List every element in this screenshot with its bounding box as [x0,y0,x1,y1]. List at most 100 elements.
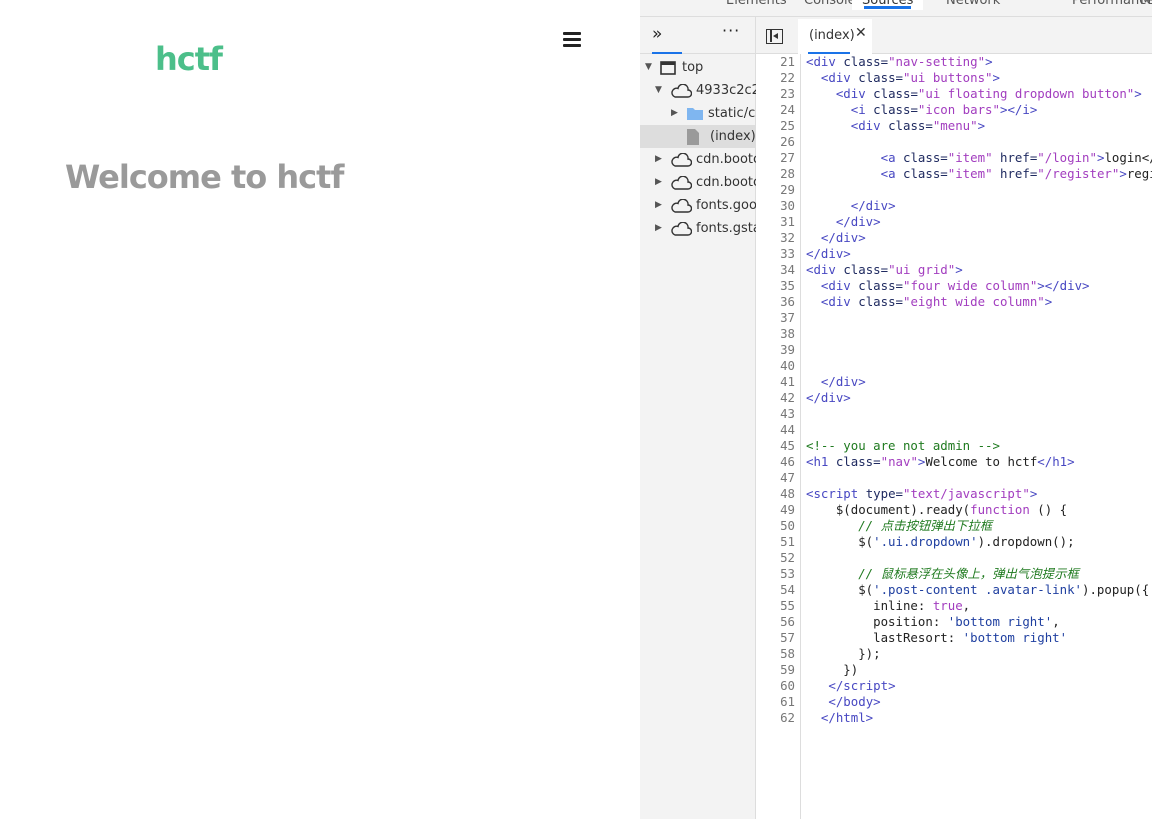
line-number: 43 [780,406,795,421]
code-token: </div> [850,198,896,213]
devtools-tab-m[interactable]: M [1140,0,1151,8]
code-token: 'bottom right' [947,614,1053,629]
collapsed-arrow-icon[interactable]: ▶ [655,148,662,171]
code-line: <script type="text/javascript"> [806,486,1037,502]
expanded-arrow-icon[interactable]: ▼ [655,79,662,102]
editor-tab-row: (index) ✕ [756,17,1152,54]
code-line: <div class="ui grid"> [806,262,963,278]
tree-item[interactable]: ▼ 4933c2c2c2 [640,79,756,102]
code-line: // 鼠标悬浮在头像上，弹出气泡提示框 [806,566,1079,582]
code-line: </div> [806,214,881,230]
code-token: class= [843,54,889,69]
bars-icon[interactable] [563,32,581,48]
code-token: , [1052,614,1060,629]
code-token: register</a> [1126,166,1152,181]
code-token: <script [806,486,866,501]
code-token: "item" [947,150,993,165]
line-number: 26 [780,134,795,149]
code-token: <div [820,278,859,293]
tree-item[interactable]: ▼ top [640,56,756,79]
more-options-icon[interactable]: ··· [722,21,740,40]
code-editor[interactable]: 21 22 23 24 25 26 27 28 29 30 31 32 33 34 35 36 37 38 39 40… [756,54,1152,819]
web-page: hctf Welcome to hctf [0,0,640,819]
code-line: lastResort: 'bottom right' [806,630,1067,646]
collapsed-arrow-icon[interactable]: ▶ [655,171,662,194]
devtools-tab-sources[interactable]: Sources [852,0,924,10]
tree-item-label: cdn.bootcss.com [696,152,756,167]
navigator-header: » ··· [640,17,755,54]
code-token: // 点击按钮弹出下拉框 [858,518,993,533]
line-number: 45 [780,438,795,453]
code-token: ).dropdown(); [977,534,1075,549]
code-token: class= [858,278,903,293]
editor-tab-index[interactable]: (index) ✕ [798,19,872,54]
code-token: login</a> [1104,150,1152,165]
devtools-tab-network[interactable]: Network [946,0,1000,8]
code-token: "eight wide column" [903,294,1045,309]
code-line: <div class="four wide column"></div> [806,278,1090,294]
collapsed-arrow-icon[interactable]: ▶ [671,102,678,125]
cloud-icon [670,221,693,240]
code-token: </div> [806,390,851,405]
devtools-tab-console[interactable]: Console [804,0,856,8]
code-token: ></div> [1037,278,1090,293]
close-icon[interactable]: ✕ [855,25,867,41]
code-token: function [970,502,1030,517]
line-number: 39 [780,342,795,357]
tree-item-label: top [682,60,704,75]
line-number: 40 [780,358,795,373]
code-token: </html> [820,710,874,725]
tree-item-label: 4933c2c2c2 [696,83,756,98]
code-token: <a [880,150,903,165]
code-token: ></i> [999,102,1038,117]
code-token: "text/javascript" [903,486,1030,501]
tree-item[interactable]: ▶ fonts.gstatic.com [640,217,756,240]
line-number: 23 [780,86,795,101]
tree-item[interactable]: ▶ cdn.bootcss.com [640,148,756,171]
line-number: 50 [780,518,795,533]
code-token: href= [992,150,1038,165]
line-number: 24 [780,102,795,117]
code-token: lastResort: [806,630,963,645]
code-token: <h1 [806,454,836,469]
code-line: <div class="eight wide column"> [806,294,1052,310]
tree-item[interactable]: ▶ cdn.bootcdn.net [640,171,756,194]
expanded-arrow-icon[interactable]: ▼ [645,56,652,79]
tree-item[interactable]: (index) [640,125,756,148]
line-number: 29 [780,182,795,197]
code-token: "ui grid" [888,262,956,277]
site-brand[interactable]: hctf [155,40,223,78]
tree-item[interactable]: ▶ fonts.googleapis.com [640,194,756,217]
collapsed-arrow-icon[interactable]: ▶ [655,194,662,217]
code-token: class= [888,118,933,133]
line-number: 22 [780,70,795,85]
line-number: 34 [780,262,795,277]
code-token: '.post-content .avatar-link' [873,582,1083,597]
code-token: type= [865,486,903,501]
tree-item[interactable]: ▶ static/css [640,102,756,125]
devtools-tab-elements[interactable]: Elements [726,0,787,8]
collapsed-arrow-icon[interactable]: ▶ [655,217,662,240]
more-tabs-icon[interactable]: » [652,24,684,54]
devtools-panel: Elements Console Sources Network Performance… [640,0,1152,819]
code-token: > [977,118,986,133]
code-token: </div> [835,214,881,229]
code-token: "nav" [880,454,918,469]
code-line: </div> [806,198,896,214]
code-line: inline: true, [806,598,970,614]
code-token: > [1134,86,1142,101]
tree-item-label: static/css [708,106,756,121]
line-number: 58 [780,646,795,661]
line-number: 44 [780,422,795,437]
cloud-icon [670,152,693,171]
code-line: <div class="menu"> [806,118,985,134]
code-line: <div class="ui floating dropdown button"… [806,86,1142,102]
toggle-navigator-icon[interactable] [766,29,783,44]
line-number: 35 [780,278,795,293]
code-line: </div> [806,390,851,406]
line-number: 56 [780,614,795,629]
